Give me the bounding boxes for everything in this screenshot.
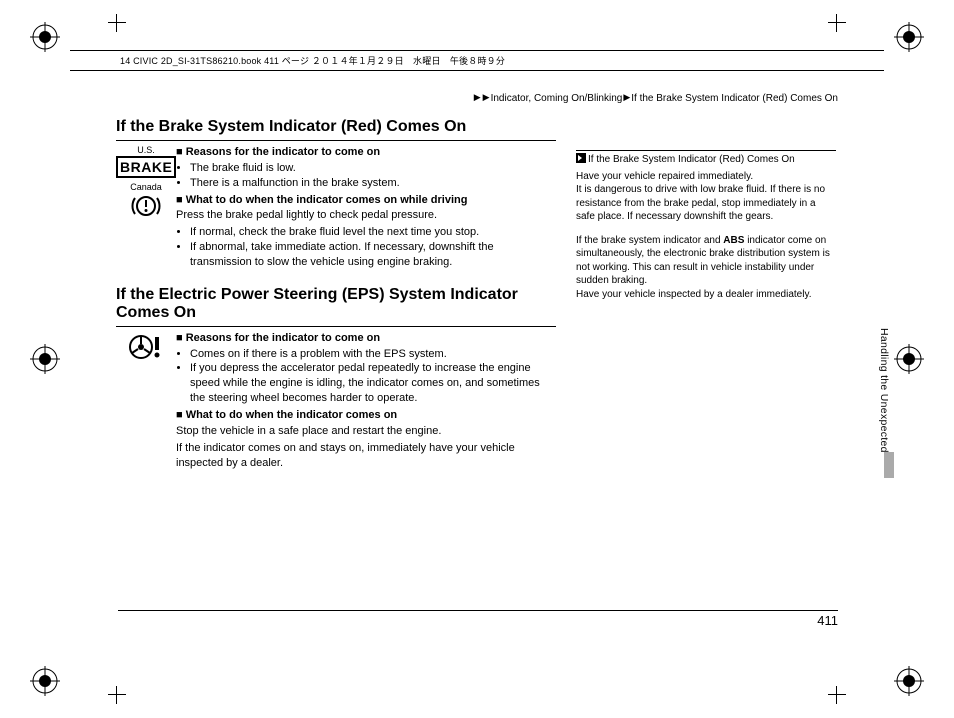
abs-label: ABS [723,235,744,246]
regmark-icon [30,344,60,374]
breadcrumb-seg: Indicator, Coming On/Blinking [491,93,623,104]
book-header-line: 14 CIVIC 2D_SI-31TS86210.book 411 ページ ２０… [70,50,884,71]
bullet: If abnormal, take immediate action. If n… [190,240,556,270]
paragraph: Press the brake pedal lightly to check p… [176,208,556,223]
bullet: If you depress the accelerator pedal rep… [190,361,556,406]
paragraph: Stop the vehicle in a safe place and res… [176,424,556,439]
triangle-icon: ▶ [483,92,490,103]
side-paragraph: It is dangerous to drive with low brake … [576,183,836,224]
heading-eps: If the Electric Power Steering (EPS) Sys… [116,286,556,327]
subhead: Reasons for the indicator to come on [176,331,556,346]
heading-brake: If the Brake System Indicator (Red) Come… [116,118,556,141]
breadcrumb: ▶▶Indicator, Coming On/Blinking▶If the B… [116,92,838,104]
bullet: If normal, check the brake fluid level t… [190,225,556,240]
subhead: What to do when the indicator comes on w… [176,193,556,208]
subhead: Reasons for the indicator to come on [176,145,556,160]
triangle-icon: ▶ [474,92,481,103]
crosshair-icon [828,686,846,704]
side-paragraph: Have your vehicle inspected by a dealer … [576,288,836,302]
brake-indicator-icon: BRAKE [116,156,176,178]
chevron-icon [576,153,586,163]
section-tab-marker [884,452,894,478]
breadcrumb-seg: If the Brake System Indicator (Red) Come… [631,93,838,104]
bullet: Comes on if there is a problem with the … [190,347,556,362]
triangle-icon: ▶ [623,92,630,103]
page-number: 411 [118,610,838,628]
section-tab: Handling the Unexpected [878,328,890,453]
regmark-icon [894,22,924,52]
label-us: U.S. [116,145,176,155]
paragraph: If the indicator comes on and stays on, … [176,441,556,471]
side-paragraph: If the brake system indicator and [576,235,723,246]
indicator-icons [116,331,176,473]
crosshair-icon [108,14,126,32]
crosshair-icon [108,686,126,704]
side-heading: If the Brake System Indicator (Red) Come… [576,150,836,167]
regmark-icon [30,22,60,52]
side-paragraph: Have your vehicle repaired immediately. [576,170,836,184]
label-canada: Canada [116,182,176,192]
brake-warning-icon [129,194,163,220]
bullet: The brake fluid is low. [190,161,556,176]
subhead: What to do when the indicator comes on [176,408,556,423]
main-content: If the Brake System Indicator (Red) Come… [116,118,556,472]
eps-warning-icon [127,333,165,363]
regmark-icon [894,344,924,374]
crosshair-icon [828,14,846,32]
indicator-icons: U.S. BRAKE Canada [116,145,176,272]
regmark-icon [894,666,924,696]
side-column: If the Brake System Indicator (Red) Come… [576,150,836,311]
regmark-icon [30,666,60,696]
bullet: There is a malfunction in the brake syst… [190,176,556,191]
